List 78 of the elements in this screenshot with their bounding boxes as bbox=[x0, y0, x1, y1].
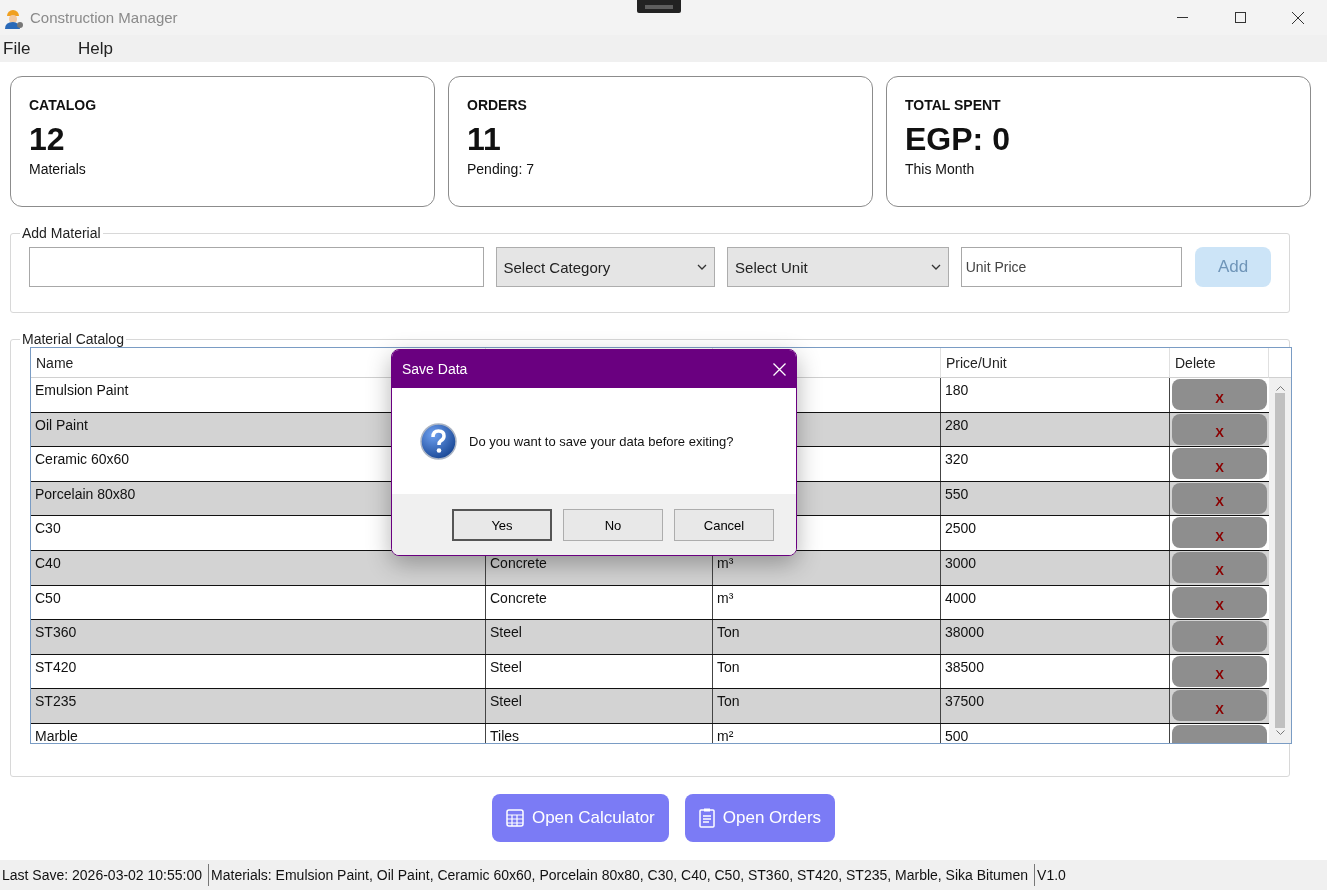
table-cell: 38500 bbox=[941, 654, 1170, 689]
scroll-up-icon bbox=[1275, 386, 1285, 391]
table-cell: Concrete bbox=[486, 585, 713, 620]
delete-button[interactable]: X bbox=[1172, 482, 1267, 514]
card-value: 11 bbox=[467, 121, 502, 157]
delete-button[interactable]: X bbox=[1172, 655, 1267, 687]
table-cell: 2500 bbox=[941, 516, 1170, 550]
delete-button[interactable]: X bbox=[1172, 690, 1267, 722]
table-cell: ST235 bbox=[31, 689, 486, 723]
menu-item[interactable]: File bbox=[0, 38, 75, 59]
table-cell: m³ bbox=[713, 585, 941, 620]
table-cell: 4000 bbox=[941, 585, 1170, 620]
scrollbar[interactable] bbox=[1269, 378, 1291, 743]
dialog-button[interactable]: Cancel bbox=[674, 509, 774, 541]
minimize-icon bbox=[1176, 17, 1188, 18]
snap-handle[interactable] bbox=[637, 0, 681, 13]
material-name-field[interactable] bbox=[29, 247, 484, 287]
clipboard-icon bbox=[698, 808, 715, 828]
question-icon bbox=[420, 422, 457, 460]
close-icon[interactable] bbox=[773, 362, 786, 376]
table-cell: Marble bbox=[31, 723, 486, 743]
panel-title: Material Catalog bbox=[21, 331, 125, 347]
card-value: 12 bbox=[29, 121, 66, 157]
delete-button[interactable]: X bbox=[1172, 551, 1267, 583]
table-cell: 280 bbox=[941, 412, 1170, 447]
card-title: TOTAL SPENT bbox=[905, 97, 1002, 113]
table-cell: C50 bbox=[31, 585, 486, 620]
menu-item[interactable]: Help bbox=[75, 38, 135, 59]
action-button[interactable]: Open Orders bbox=[684, 794, 836, 842]
delete-button[interactable]: X bbox=[1172, 517, 1267, 549]
card-title: CATALOG bbox=[29, 97, 98, 113]
delete-button[interactable]: X bbox=[1172, 448, 1267, 480]
dialog-button[interactable]: No bbox=[563, 509, 663, 541]
grid-icon bbox=[505, 809, 524, 827]
table-cell: ST420 bbox=[31, 654, 486, 689]
status-text: Materials: Emulsion Paint, Oil Paint, Ceramic 60x60, Porcelain 80x80, C30, C40, C50, ST360, ST420, ST235, Marble, Sika Bitumen bbox=[209, 864, 1036, 886]
column-header: Price/Unit bbox=[941, 348, 1170, 378]
table-cell: Ton bbox=[713, 654, 941, 689]
category-dropdown[interactable]: Select Category bbox=[495, 247, 716, 287]
delete-button[interactable]: X bbox=[1172, 586, 1267, 618]
table-cell: Steel bbox=[486, 689, 713, 723]
chevron-down-icon bbox=[697, 264, 708, 270]
table-cell: m² bbox=[713, 723, 941, 743]
delete-button[interactable]: X bbox=[1172, 621, 1267, 653]
dialog-button[interactable]: Yes bbox=[452, 509, 552, 541]
table-cell: 180 bbox=[941, 378, 1170, 412]
table-cell: Tiles bbox=[486, 723, 713, 743]
status-text: V1.0 bbox=[1036, 866, 1067, 885]
table-cell: 3000 bbox=[941, 550, 1170, 585]
table-cell: Ton bbox=[713, 620, 941, 654]
delete-button[interactable]: X bbox=[1172, 379, 1267, 410]
window-title: Construction Manager bbox=[30, 9, 178, 26]
table-cell: Steel bbox=[486, 620, 713, 654]
card-caption: This Month bbox=[905, 161, 976, 177]
card-caption: Pending: 7 bbox=[467, 161, 535, 177]
delete-button[interactable]: X bbox=[1172, 413, 1267, 445]
unit-price-field[interactable]: Unit Price bbox=[960, 247, 1183, 287]
table-cell: 37500 bbox=[941, 689, 1170, 723]
card-title: ORDERS bbox=[467, 97, 528, 113]
panel-title: Add Material bbox=[21, 225, 102, 241]
maximize-icon bbox=[1234, 12, 1246, 23]
chevron-down-icon bbox=[930, 264, 941, 270]
table-cell: 500 bbox=[941, 723, 1170, 743]
scroll-down-icon bbox=[1275, 730, 1285, 735]
table-cell: Steel bbox=[486, 654, 713, 689]
table-cell: 550 bbox=[941, 481, 1170, 516]
card-caption: Materials bbox=[29, 161, 87, 177]
table-cell: 320 bbox=[941, 447, 1170, 481]
status-text: Last Save: 2026-03-02 10:55:00 bbox=[0, 864, 210, 886]
unit-dropdown[interactable]: Select Unit bbox=[727, 247, 949, 287]
table-cell: 38000 bbox=[941, 620, 1170, 654]
dialog-title: Save Data bbox=[402, 361, 468, 377]
table-cell: Ton bbox=[713, 689, 941, 723]
close-icon bbox=[1292, 11, 1304, 24]
action-button[interactable]: Open Calculator bbox=[491, 794, 669, 842]
column-header: Delete bbox=[1170, 348, 1269, 378]
card-value: EGP: 0 bbox=[905, 121, 1011, 157]
table-cell: ST360 bbox=[31, 620, 486, 654]
